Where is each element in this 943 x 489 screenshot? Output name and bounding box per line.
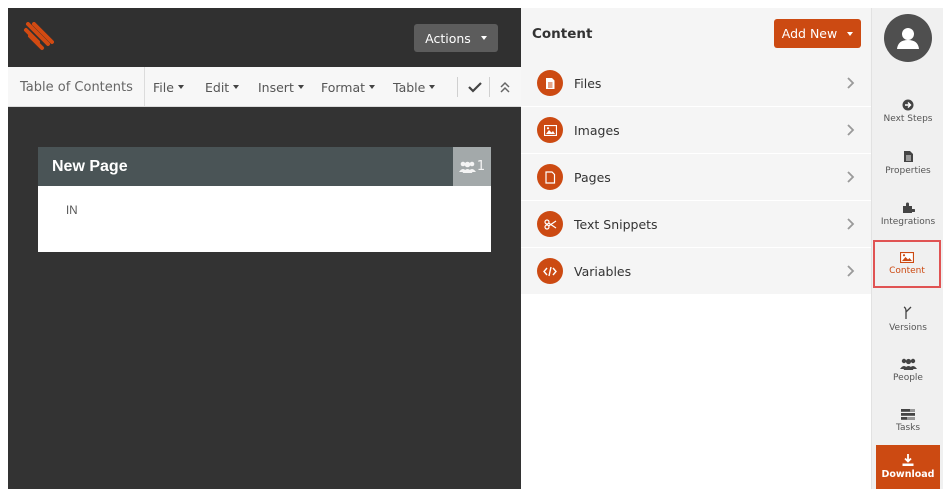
content-panel-title: Content <box>532 26 593 42</box>
sidebar-item-integrations[interactable]: Integrations <box>872 190 943 238</box>
document-icon <box>903 151 913 162</box>
users-count: 1 <box>476 159 486 174</box>
content-panel: Content Add New Files Images Pages Text … <box>521 8 871 489</box>
insert-menu[interactable]: Insert <box>258 67 304 107</box>
table-of-contents-button[interactable]: Table of Contents <box>8 67 145 107</box>
add-new-button[interactable]: Add New <box>774 19 861 48</box>
chevron-down-icon <box>297 85 304 89</box>
file-icon <box>537 70 563 96</box>
edit-menu[interactable]: Edit <box>205 67 240 107</box>
toolbar-divider <box>457 77 458 97</box>
download-button[interactable]: Download <box>876 445 940 489</box>
right-sidebar: Next Steps Properties Integrations Conte… <box>871 8 943 489</box>
content-item-variables[interactable]: Variables <box>521 248 871 295</box>
users-icon <box>458 161 476 173</box>
page-card[interactable]: New Page 1 IN <box>38 147 491 252</box>
image-icon <box>900 252 914 263</box>
content-item-files[interactable]: Files <box>521 60 871 107</box>
list-item-label: Variables <box>574 264 632 279</box>
download-label: Download <box>881 469 935 480</box>
sidebar-item-versions[interactable]: Versions <box>872 295 943 343</box>
editor-panel: Actions Table of Contents File Edit Inse… <box>8 8 521 489</box>
file-menu-label: File <box>153 79 174 95</box>
page-title: New Page <box>52 157 128 175</box>
branch-icon <box>903 305 912 319</box>
file-menu[interactable]: File <box>153 67 184 107</box>
chevron-down-icon <box>480 36 487 40</box>
chevron-down-icon <box>847 31 854 36</box>
sidebar-item-label: People <box>893 372 923 383</box>
format-menu[interactable]: Format <box>321 67 376 107</box>
chevron-right-icon <box>847 124 855 136</box>
sidebar-item-tasks[interactable]: Tasks <box>872 397 943 445</box>
collapse-up-icon[interactable] <box>500 81 510 93</box>
toc-label: Table of Contents <box>20 79 133 95</box>
chevron-down-icon <box>369 85 376 89</box>
image-icon <box>537 117 563 143</box>
sidebar-item-label: Content <box>889 266 925 276</box>
content-item-pages[interactable]: Pages <box>521 154 871 201</box>
sidebar-item-label: Versions <box>889 322 927 333</box>
app-window: Actions Table of Contents File Edit Inse… <box>0 0 943 489</box>
edit-menu-label: Edit <box>205 79 230 95</box>
content-list: Files Images Pages Text Snippets Variabl… <box>521 60 871 295</box>
logo-icon <box>24 22 54 50</box>
sidebar-item-label: Tasks <box>895 423 921 433</box>
format-menu-label: Format <box>321 79 366 95</box>
sidebar-item-people[interactable]: People <box>872 346 943 394</box>
sidebar-item-label: Next Steps <box>883 113 933 124</box>
table-menu-label: Table <box>393 79 426 95</box>
table-menu[interactable]: Table <box>393 67 436 107</box>
checkmark-icon[interactable] <box>468 81 482 93</box>
insert-menu-label: Insert <box>258 79 294 95</box>
chevron-right-icon <box>847 77 855 89</box>
actions-button[interactable]: Actions <box>414 24 498 52</box>
puzzle-icon <box>902 202 915 213</box>
list-item-label: Text Snippets <box>574 217 658 232</box>
code-icon <box>537 258 563 284</box>
list-item-label: Files <box>574 76 602 91</box>
editor-toolbar: Table of Contents File Edit Insert Forma… <box>8 67 521 107</box>
users-badge[interactable]: 1 <box>453 147 491 186</box>
chevron-right-icon <box>847 171 855 183</box>
content-header: Content Add New <box>521 8 871 60</box>
sidebar-item-label: Properties <box>885 166 931 176</box>
sidebar-item-label: Integrations <box>880 217 936 227</box>
page-icon <box>537 164 563 190</box>
arrow-circle-icon <box>902 99 914 110</box>
download-icon <box>902 454 914 466</box>
page-header: New Page 1 <box>38 147 491 186</box>
chevron-right-icon <box>847 218 855 230</box>
scissors-icon <box>537 211 563 237</box>
chevron-right-icon <box>847 265 855 277</box>
tasks-icon <box>901 409 915 420</box>
list-item-label: Images <box>574 123 620 138</box>
sidebar-item-next-steps[interactable]: Next Steps <box>872 87 943 135</box>
sidebar-item-properties[interactable]: Properties <box>872 139 943 187</box>
list-item-label: Pages <box>574 170 611 185</box>
chevron-down-icon <box>177 85 184 89</box>
toolbar-divider <box>489 77 490 97</box>
chevron-down-icon <box>429 85 436 89</box>
content-item-text-snippets[interactable]: Text Snippets <box>521 201 871 248</box>
user-icon <box>897 28 919 49</box>
page-body-text[interactable]: IN <box>66 205 78 217</box>
chevron-down-icon <box>233 85 240 89</box>
add-new-label: Add New <box>781 26 838 41</box>
sidebar-item-content[interactable]: Content <box>873 240 941 288</box>
editor-topbar: Actions <box>8 8 521 67</box>
people-icon <box>899 358 917 370</box>
content-item-images[interactable]: Images <box>521 107 871 154</box>
avatar[interactable] <box>884 14 932 62</box>
actions-label: Actions <box>425 30 471 46</box>
